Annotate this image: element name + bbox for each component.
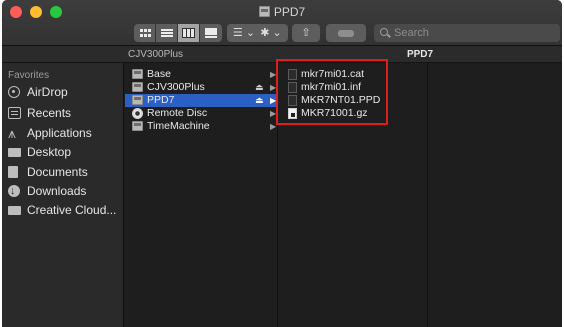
chevron-right-icon: ▶ [270,70,277,79]
column-header-cjv300plus: CJV300Plus [128,49,184,60]
list-item-file[interactable]: mkr7mi01.cat [279,68,428,81]
list-item-cjv300plus[interactable]: CJV300Plus ⏏ ▶ [125,81,278,94]
folder-icon [8,206,21,215]
sidebar-item-airdrop[interactable]: AirDrop [8,83,124,101]
list-item-base[interactable]: Base ▶ [125,68,278,81]
search-placeholder: Search [394,27,429,39]
airdrop-icon [8,86,20,98]
sidebar-item-label: Desktop [27,145,72,159]
sidebar-item-creative-cloud[interactable]: Creative Cloud... [8,201,124,219]
sidebar-item-label: Downloads [27,184,87,198]
sidebar-item-documents[interactable]: Documents [8,163,124,181]
list-view-button[interactable] [156,24,177,42]
column-header-ppd7: PPD7 [406,49,434,60]
chevron-right-icon: ▶ [270,83,277,92]
documents-icon [8,166,18,178]
search-input[interactable]: Search [374,24,560,42]
list-item-ppd7[interactable]: PPD7 ⏏ ▶ [125,94,278,107]
disk-icon [132,95,143,105]
list-item-label: PPD7 [147,94,175,106]
sidebar-item-label: Creative Cloud... [27,203,117,217]
icon-view-button[interactable] [134,24,155,42]
empty-column [429,63,562,327]
sidebar: Favorites AirDrop Recents ⩚ Applications… [2,63,124,327]
file-icon [288,82,297,93]
window-title: PPD7 [2,4,562,20]
list-item-label: TimeMachine [147,120,210,132]
finder-window: PPD7 〈 〉 ☰ ⌄ ✱ ⌄ ⇧ [2,0,562,327]
tags-button[interactable] [326,24,366,42]
share-button[interactable]: ⇧ [292,24,320,42]
view-mode-group [134,24,222,42]
list-item-label: Remote Disc [147,107,208,119]
list-item-label: mkr7mi01.cat [301,68,365,80]
list-item-label: mkr7mi01.inf [301,81,362,93]
disk-icon [258,6,270,17]
list-item-file[interactable]: mkr7mi01.inf [279,81,428,94]
list-item-timemachine[interactable]: TimeMachine ▶ [125,120,278,133]
volumes-column: Base ▶ CJV300Plus ⏏ ▶ PPD7 ⏏ ▶ Remote Di… [125,63,278,327]
list-item-remote-disc[interactable]: Remote Disc ▶ [125,107,278,120]
sidebar-item-desktop[interactable]: Desktop [8,143,124,161]
list-item-file[interactable]: MKR71001.gz [279,107,428,120]
window-title-label: PPD7 [273,5,306,19]
cd-icon [132,108,143,119]
downloads-icon [8,182,20,200]
sidebar-item-label: AirDrop [27,85,68,99]
chevron-right-icon: ▶ [270,109,277,118]
desktop-icon [8,148,21,157]
applications-icon: ⩚ [8,125,16,141]
list-item-label: Base [147,68,171,80]
document-icon [288,108,297,119]
sidebar-item-label: Applications [27,126,92,140]
toolbar: PPD7 〈 〉 ☰ ⌄ ✱ ⌄ ⇧ [2,0,562,66]
sidebar-item-recents[interactable]: Recents [8,104,124,122]
column-header-bar: CJV300Plus PPD7 [2,46,562,63]
disk-icon [132,121,143,131]
chevron-right-icon: ▶ [270,96,277,105]
recents-icon [8,107,21,119]
search-icon [380,28,388,36]
sidebar-item-label: Recents [27,106,72,120]
disk-icon [132,69,143,79]
eject-icon[interactable]: ⏏ [255,81,264,94]
list-item-file[interactable]: MKR7NT01.PPD [279,94,428,107]
files-column: mkr7mi01.cat mkr7mi01.inf MKR7NT01.PPD M… [279,63,428,327]
action-menu-button[interactable]: ✱ ⌄ [254,24,288,42]
gallery-view-button[interactable] [200,24,222,42]
sidebar-item-downloads[interactable]: Downloads [8,182,124,200]
sidebar-heading-favorites: Favorites [8,70,50,81]
disk-icon [132,82,143,92]
chevron-right-icon: ▶ [270,122,277,131]
eject-icon[interactable]: ⏏ [255,94,264,107]
navigation-group: 〈 〉 [12,24,58,66]
file-icon [288,69,297,80]
tag-icon [338,30,354,37]
file-icon [288,95,297,106]
sidebar-item-applications[interactable]: ⩚ Applications [8,124,124,142]
column-view-button[interactable] [178,24,199,42]
sidebar-item-label: Documents [27,165,88,179]
list-item-label: CJV300Plus [147,81,205,93]
list-item-label: MKR7NT01.PPD [301,94,381,106]
list-item-label: MKR71001.gz [301,107,368,119]
